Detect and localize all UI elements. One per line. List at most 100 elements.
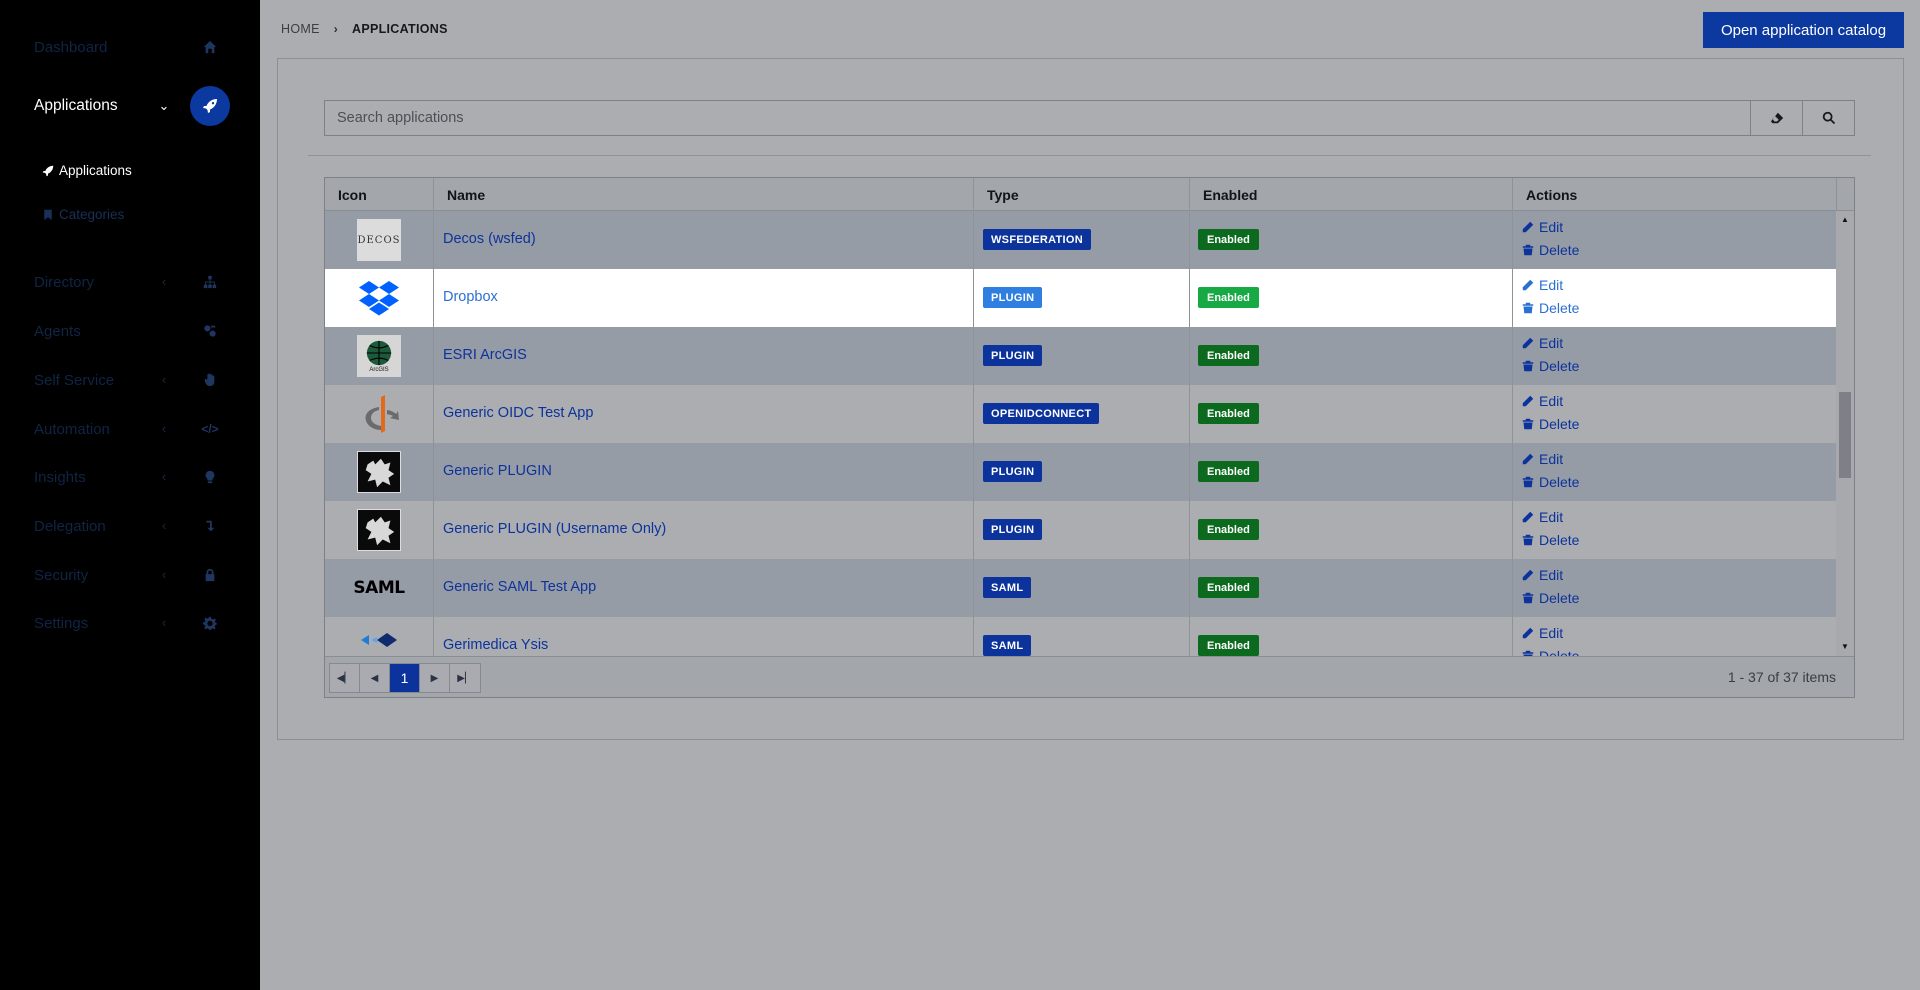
sidebar-item-label: Automation — [34, 420, 110, 438]
edit-link[interactable]: Edit — [1522, 219, 1563, 235]
lock-icon — [199, 564, 221, 586]
column-header-type[interactable]: Type — [987, 187, 1019, 203]
sidebar-item-applications[interactable]: Applications ⌄ — [0, 86, 260, 126]
chevron-left-icon: ‹ — [161, 469, 167, 484]
search-button[interactable] — [1803, 100, 1855, 136]
chevron-left-icon: ‹ — [161, 518, 167, 533]
enabled-badge: Enabled — [1198, 403, 1259, 424]
trash-icon — [1522, 476, 1534, 488]
sidebar-item-label: Self Service — [34, 371, 115, 389]
sidebar-item-label: Dashboard — [34, 38, 108, 56]
page-number-button[interactable]: 1 — [390, 664, 420, 692]
last-page-icon: ▶▏ — [457, 672, 473, 684]
edit-link[interactable]: Edit — [1522, 393, 1563, 409]
column-divider — [1189, 178, 1190, 656]
prev-page-button[interactable]: ◀ — [360, 664, 390, 692]
table-row[interactable]: Generic PLUGIN (Username Only) PLUGIN En… — [325, 501, 1836, 559]
delete-link[interactable]: Delete — [1522, 416, 1579, 432]
delegation-icon — [199, 515, 221, 537]
app-name-link[interactable]: Generic SAML Test App — [443, 579, 596, 595]
search-input[interactable] — [324, 100, 1751, 136]
sidebar-item-label: Applications — [34, 97, 118, 114]
delete-link[interactable]: Delete — [1522, 648, 1579, 656]
vertical-scrollbar[interactable]: ▲ ▼ — [1836, 211, 1854, 656]
column-header-actions[interactable]: Actions — [1526, 187, 1577, 203]
delete-link[interactable]: Delete — [1522, 474, 1579, 490]
saml-icon: SAML — [353, 578, 405, 598]
enabled-badge: Enabled — [1198, 229, 1259, 250]
sidebar-item-delegation[interactable]: Delegation ‹ — [0, 506, 260, 546]
enabled-badge: Enabled — [1198, 287, 1259, 308]
app-name-link[interactable]: ESRI ArcGIS — [443, 347, 527, 363]
delete-link[interactable]: Delete — [1522, 242, 1579, 258]
table-row[interactable]: Gerimedica Ysis SAML Enabled Edit Delete — [325, 617, 1836, 656]
chevron-left-icon: ‹ — [161, 274, 167, 289]
app-name-link[interactable]: Dropbox — [443, 289, 498, 305]
gear-icon — [199, 612, 221, 634]
sidebar-item-label: Insights — [34, 468, 86, 486]
next-page-icon: ▶ — [430, 672, 439, 684]
edit-link[interactable]: Edit — [1522, 509, 1563, 525]
app-name-link[interactable]: Generic PLUGIN (Username Only) — [443, 521, 666, 537]
edit-link[interactable]: Edit — [1522, 451, 1563, 467]
pencil-icon — [1522, 453, 1534, 465]
app-name-link[interactable]: Decos (wsfed) — [443, 231, 536, 247]
column-divider — [433, 178, 434, 656]
app-name-link[interactable]: Generic PLUGIN — [443, 463, 552, 479]
sidebar-item-dashboard[interactable]: Dashboard — [0, 27, 260, 67]
chevron-left-icon: ‹ — [161, 567, 167, 582]
sidebar-item-self-service[interactable]: Self Service ‹ — [0, 360, 260, 400]
app-name-link[interactable]: Generic OIDC Test App — [443, 405, 593, 421]
column-header-icon[interactable]: Icon — [338, 187, 367, 203]
sidebar-subitem-applications[interactable]: Applications — [42, 163, 132, 178]
code-icon: </> — [201, 422, 219, 436]
scroll-down-icon[interactable]: ▼ — [1840, 642, 1850, 652]
plugin-icon — [357, 509, 401, 551]
sidebar-item-automation[interactable]: Automation ‹ </> — [0, 409, 260, 449]
edit-link[interactable]: Edit — [1522, 335, 1563, 351]
pager: ◀▏ ◀ 1 ▶ ▶▏ 1 - 37 of 37 items — [325, 656, 1854, 697]
scroll-up-icon[interactable]: ▲ — [1840, 215, 1850, 225]
breadcrumb-home[interactable]: HOME — [281, 22, 320, 36]
delete-link[interactable]: Delete — [1522, 590, 1579, 606]
table-header: Icon Name Type Enabled Actions — [325, 178, 1854, 211]
enabled-badge: Enabled — [1198, 635, 1259, 656]
next-page-button[interactable]: ▶ — [420, 664, 450, 692]
delete-link[interactable]: Delete — [1522, 532, 1579, 548]
first-page-button[interactable]: ◀▏ — [330, 664, 360, 692]
type-badge: PLUGIN — [983, 461, 1043, 482]
edit-link[interactable]: Edit — [1522, 567, 1563, 583]
pencil-icon — [1522, 221, 1534, 233]
scrollbar-thumb[interactable] — [1839, 392, 1851, 478]
column-header-name[interactable]: Name — [447, 187, 485, 203]
column-header-enabled[interactable]: Enabled — [1203, 187, 1257, 203]
type-badge: SAML — [983, 577, 1032, 598]
delete-link[interactable]: Delete — [1522, 358, 1579, 374]
edit-link[interactable]: Edit — [1522, 625, 1563, 641]
open-catalog-button[interactable]: Open application catalog — [1703, 12, 1904, 48]
sidebar-item-security[interactable]: Security ‹ — [0, 555, 260, 595]
breadcrumb: HOME › APPLICATIONS — [281, 22, 448, 36]
openid-icon — [357, 393, 401, 435]
sidebar-item-settings[interactable]: Settings ‹ — [0, 603, 260, 643]
type-badge: SAML — [983, 635, 1032, 656]
table-row[interactable]: DECOS Decos (wsfed) WSFEDERATION Enabled… — [325, 211, 1836, 269]
sidebar-item-agents[interactable]: Agents — [0, 311, 260, 351]
table-row[interactable]: Generic OIDC Test App OPENIDCONNECT Enab… — [325, 385, 1836, 443]
chevron-left-icon: ‹ — [161, 615, 167, 630]
last-page-button[interactable]: ▶▏ — [450, 664, 480, 692]
pencil-icon — [1522, 569, 1534, 581]
app-name-link[interactable]: Gerimedica Ysis — [443, 637, 548, 653]
table-row[interactable]: SAML Generic SAML Test App SAML Enabled … — [325, 559, 1836, 617]
table-row[interactable]: Generic PLUGIN PLUGIN Enabled Edit Delet… — [325, 443, 1836, 501]
delete-link[interactable]: Delete — [1522, 300, 1579, 316]
sidebar-item-insights[interactable]: Insights ‹ — [0, 457, 260, 497]
table-row[interactable]: ArcGIS ESRI ArcGIS PLUGIN Enabled Edit D… — [325, 327, 1836, 385]
clear-search-button[interactable] — [1751, 100, 1803, 136]
sidebar-subitem-categories[interactable]: Categories — [42, 207, 124, 222]
edit-link[interactable]: Edit — [1522, 277, 1563, 293]
divider — [308, 155, 1871, 156]
sidebar-item-directory[interactable]: Directory ‹ — [0, 262, 260, 302]
search-icon — [1822, 111, 1835, 125]
table-row[interactable]: Dropbox PLUGIN Enabled Edit Delete — [325, 269, 1836, 327]
